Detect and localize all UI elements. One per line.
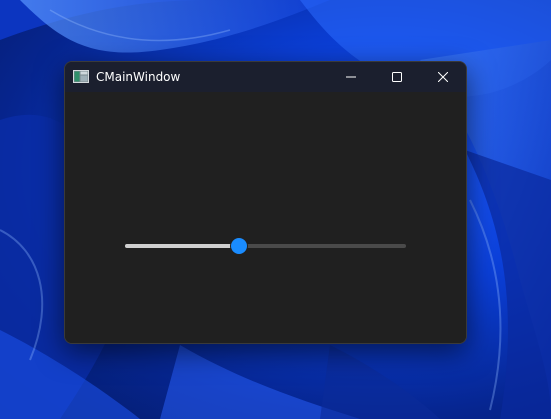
title-bar[interactable]: CMainWindow [65,62,466,92]
main-window: CMainWindow [64,61,467,344]
horizontal-slider[interactable] [125,236,406,256]
slider-fill [125,244,239,248]
window-client-area [65,92,466,343]
app-window-icon [73,70,89,83]
close-button[interactable] [420,62,466,92]
minimize-icon [346,76,356,78]
slider-thumb[interactable] [231,238,247,254]
minimize-button[interactable] [328,62,374,92]
maximize-button[interactable] [374,62,420,92]
maximize-icon [392,72,402,82]
window-title: CMainWindow [96,70,181,84]
close-icon [438,72,448,82]
